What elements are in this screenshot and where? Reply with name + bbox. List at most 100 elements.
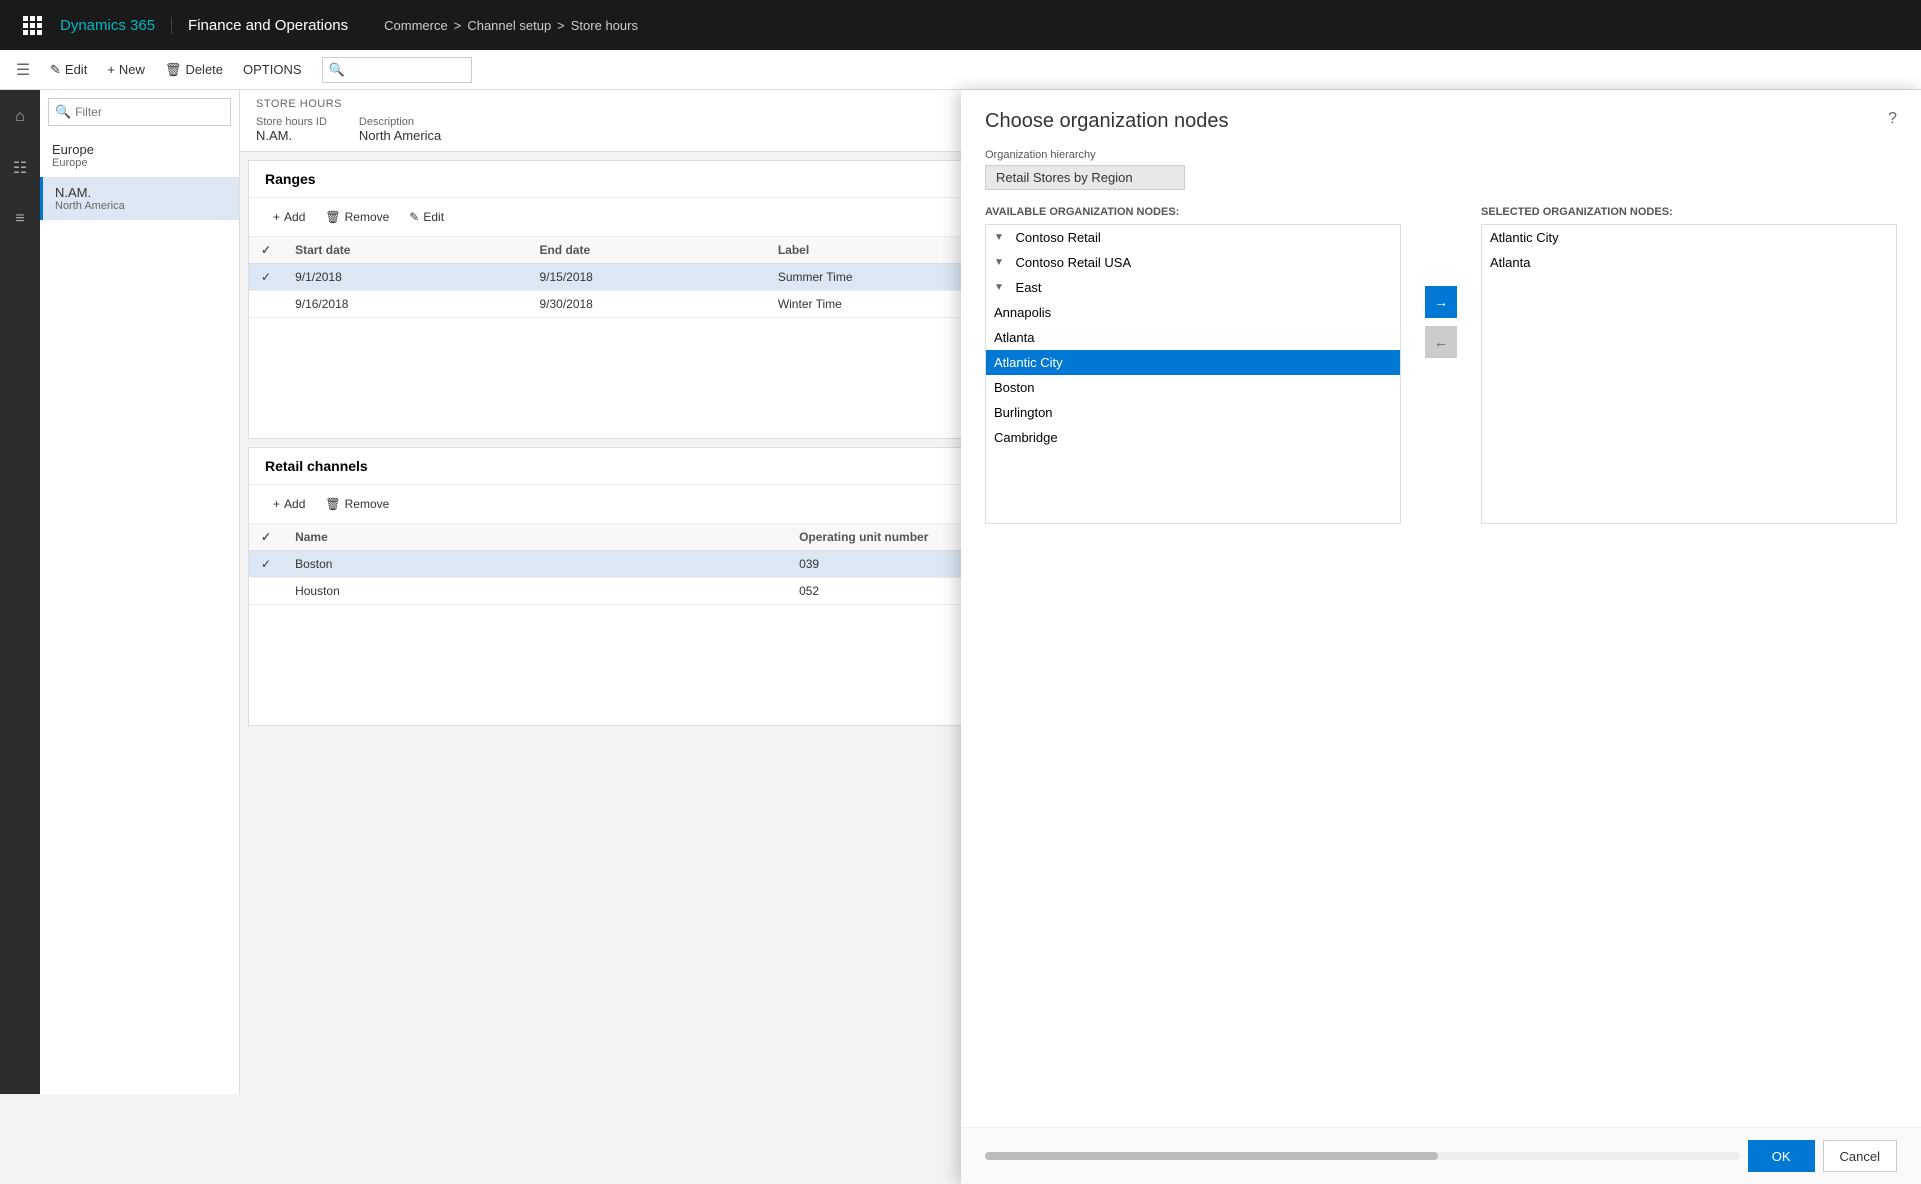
node-panels: AVAILABLE ORGANIZATION NODES: ▼ Contoso … [985,206,1897,1068]
expander-icon: ▼ [994,232,1004,243]
dialog-scrollbar [985,1152,1740,1160]
options-button[interactable]: OPTIONS [235,56,310,84]
node-burlington[interactable]: Burlington [986,400,1400,425]
delete-icon: 🗑 [165,62,182,78]
selected-list[interactable]: Atlantic City Atlanta [1481,224,1897,524]
node-contoso-retail-usa[interactable]: ▼ Contoso Retail USA [986,250,1400,275]
nav-item-europe-title: Europe [52,142,227,157]
transfer-left-button[interactable]: ← [1425,326,1457,358]
plus-icon: + [107,62,115,77]
org-hierarchy-label: Organization hierarchy [985,149,1897,161]
breadcrumb: Commerce > Channel setup > Store hours [384,18,638,33]
selected-node-atlanta[interactable]: Atlanta [1482,250,1896,275]
dialog-title: Choose organization nodes [985,110,1229,133]
row-check: ✓ [249,264,283,291]
row-end-date: 9/15/2018 [527,264,765,291]
main-area: ⌂ ☷ ≡ 🔍 Europe Europe N.AM. North Americ… [0,90,1921,1094]
search-icon: 🔍 [329,62,345,78]
cancel-button[interactable]: Cancel [1823,1140,1897,1172]
secondary-nav: ☰ ✎ Edit + New 🗑 Delete OPTIONS 🔍 [0,50,1921,90]
node-label: Boston [994,380,1034,395]
selected-panel: SELECTED ORGANIZATION NODES: Atlantic Ci… [1481,206,1897,524]
breadcrumb-sep2: > [557,18,565,33]
node-cambridge[interactable]: Cambridge [986,425,1400,450]
channels-add-button[interactable]: + Add [265,491,313,517]
store-hours-id-field: Store hours ID N.AM. [256,116,327,143]
dialog-help-button[interactable]: ? [1888,110,1897,128]
node-label: East [1016,280,1042,295]
description-value: North America [359,128,441,143]
channels-remove-button[interactable]: 🗑 Remove [317,491,397,517]
breadcrumb-store-hours[interactable]: Store hours [571,18,638,33]
breadcrumb-channel-setup[interactable]: Channel setup [467,18,551,33]
node-atlanta[interactable]: Atlanta [986,325,1400,350]
ranges-col-start: Start date [283,237,527,264]
row-start-date: 9/1/2018 [283,264,527,291]
nav-item-nam[interactable]: N.AM. North America [40,177,239,220]
row-check [249,578,283,605]
edit-icon: ✎ [50,62,61,78]
expander-icon: ▼ [994,282,1004,293]
ranges-add-button[interactable]: + Add [265,204,313,230]
choose-org-nodes-dialog: Choose organization nodes ? Organization… [961,90,1921,1184]
nav-item-europe[interactable]: Europe Europe [40,134,239,177]
store-hours-id-label: Store hours ID [256,116,327,128]
ok-button[interactable]: OK [1748,1140,1815,1172]
node-contoso-retail[interactable]: ▼ Contoso Retail [986,225,1400,250]
breadcrumb-commerce[interactable]: Commerce [384,18,448,33]
channels-add-icon: + [273,497,280,511]
node-label: Atlantic City [1490,230,1559,245]
add-icon: + [273,210,280,224]
node-label: Burlington [994,405,1053,420]
selected-node-atlantic-city[interactable]: Atlantic City [1482,225,1896,250]
new-button[interactable]: + New [99,56,153,84]
description-label: Description [359,116,441,128]
delete-button[interactable]: 🗑 Delete [157,56,231,84]
nav-item-nam-subtitle: North America [55,200,227,212]
dialog-body: Organization hierarchy Retail Stores by … [961,133,1921,1127]
grid-menu-button[interactable] [12,0,52,50]
edit-button[interactable]: ✎ Edit [42,56,95,84]
selected-label: SELECTED ORGANIZATION NODES: [1481,206,1897,218]
ranges-col-end: End date [527,237,765,264]
filter-box: 🔍 [48,98,231,126]
node-boston[interactable]: Boston [986,375,1400,400]
sidebar-menu-icon[interactable]: ≡ [15,202,24,236]
node-label: Atlantic City [994,355,1063,370]
node-east[interactable]: ▼ East [986,275,1400,300]
available-panel: AVAILABLE ORGANIZATION NODES: ▼ Contoso … [985,206,1401,524]
ranges-col-check: ✓ [249,237,283,264]
dialog-footer: OK Cancel [961,1127,1921,1184]
sidebar-filter-icon[interactable]: ☷ [13,150,27,186]
row-name: Boston [283,551,787,578]
ranges-remove-button[interactable]: 🗑 Remove [317,204,397,230]
hamburger-icon[interactable]: ☰ [8,55,38,85]
node-atlantic-city[interactable]: Atlantic City [986,350,1400,375]
row-check [249,291,283,318]
available-list[interactable]: ▼ Contoso Retail ▼ Contoso Retail USA ▼ … [985,224,1401,524]
nav-item-europe-subtitle: Europe [52,157,227,169]
dialog-header: Choose organization nodes ? [961,90,1921,133]
transfer-right-button[interactable]: → [1425,286,1457,318]
ranges-edit-button[interactable]: ✎ Edit [401,204,452,230]
grid-icon [23,16,41,35]
row-end-date: 9/30/2018 [527,291,765,318]
channels-remove-icon: 🗑 [325,497,340,511]
transfer-buttons: → ← [1417,206,1465,358]
store-hours-id-value: N.AM. [256,128,292,143]
breadcrumb-sep1: > [454,18,462,33]
filter-input[interactable] [75,105,230,119]
app-name[interactable]: Dynamics 365 [52,17,172,34]
filter-search-icon: 🔍 [55,104,71,120]
node-label: Cambridge [994,430,1058,445]
node-label: Contoso Retail [1016,230,1101,245]
search-input[interactable] [345,63,465,77]
search-box: 🔍 [322,57,472,83]
description-field: Description North America [359,116,441,143]
org-hierarchy-value: Retail Stores by Region [985,165,1185,190]
remove-icon: 🗑 [325,210,340,224]
sidebar-home-icon[interactable]: ⌂ [15,100,25,134]
node-label: Atlanta [994,330,1034,345]
node-annapolis[interactable]: Annapolis [986,300,1400,325]
nav-item-nam-title: N.AM. [55,185,227,200]
